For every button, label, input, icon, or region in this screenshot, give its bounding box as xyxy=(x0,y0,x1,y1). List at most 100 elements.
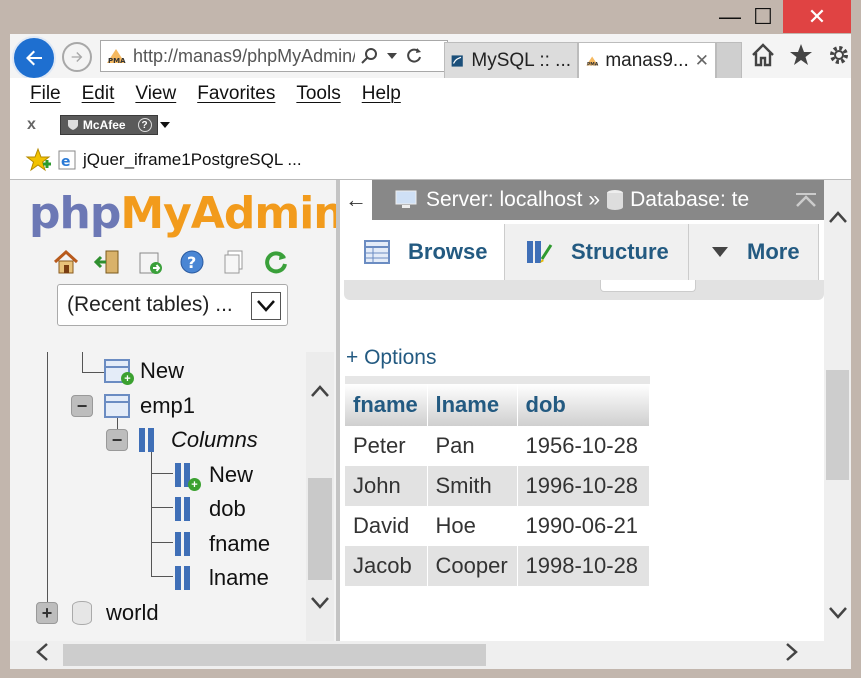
column-header-fname[interactable]: fname xyxy=(345,376,428,426)
scrollbar-thumb[interactable] xyxy=(308,478,332,580)
tab-close-icon[interactable]: ✕ xyxy=(695,51,709,71)
table-cell: 1998-10-28 xyxy=(517,546,650,586)
tab-underline-strip xyxy=(344,280,824,300)
maximize-button[interactable]: ☐ xyxy=(739,0,787,33)
scrollbar-thumb[interactable] xyxy=(63,644,486,666)
forward-button[interactable] xyxy=(62,42,92,72)
docs-help-icon[interactable]: ? xyxy=(178,248,206,276)
scrollbar-thumb[interactable] xyxy=(826,370,849,480)
mysql-favicon-icon xyxy=(451,54,463,67)
table-row[interactable]: Jacob Cooper 1998-10-28 xyxy=(345,546,650,586)
table-header-row: fname lname dob xyxy=(345,376,650,426)
menu-view[interactable]: View xyxy=(135,83,176,105)
refresh-icon[interactable] xyxy=(405,47,423,65)
dropdown-arrow-icon[interactable] xyxy=(159,121,170,129)
menu-file[interactable]: File xyxy=(30,83,61,105)
tab-more[interactable]: More xyxy=(689,224,819,280)
scroll-right-icon[interactable] xyxy=(785,642,799,668)
tree-line xyxy=(82,352,83,372)
mcafee-button[interactable]: McAfee ? xyxy=(59,115,158,135)
favorites-link[interactable]: jQuer_iframe1PostgreSQL ... xyxy=(83,150,302,170)
page-horizontal-scrollbar[interactable] xyxy=(10,641,851,669)
menu-edit[interactable]: Edit xyxy=(82,83,115,105)
tree-item-label: New xyxy=(140,358,185,383)
collapse-icon[interactable]: − xyxy=(106,429,128,451)
pma-logo[interactable]: phpMyAdmin xyxy=(29,188,345,239)
addon-close-button[interactable]: x xyxy=(27,116,36,134)
tab-phpmyadmin[interactable]: PMA manas9... ✕ xyxy=(578,42,716,78)
help-icon[interactable]: ? xyxy=(137,118,152,132)
tree-item-emp1[interactable]: − emp1 xyxy=(71,393,195,419)
back-button[interactable] xyxy=(12,36,56,80)
breadcrumb-server[interactable]: Server: localhost xyxy=(426,188,582,212)
collapse-top-icon[interactable] xyxy=(788,180,824,220)
tab-mysql[interactable]: MySQL :: ... xyxy=(444,42,578,78)
select-dropdown-button[interactable] xyxy=(251,292,281,320)
scroll-down-icon[interactable] xyxy=(308,590,332,616)
chevron-down-icon xyxy=(257,300,275,312)
tree-item-new-table[interactable]: + New xyxy=(104,358,185,385)
table-row[interactable]: David Hoe 1990-06-21 xyxy=(345,506,650,546)
table-row[interactable]: Peter Pan 1956-10-28 xyxy=(345,426,650,466)
ie-page-icon: e xyxy=(58,150,76,170)
tree-item-new-column[interactable]: + New xyxy=(175,462,254,491)
tab-browse[interactable]: Browse xyxy=(342,224,505,280)
tree-scrollbar[interactable] xyxy=(306,352,334,641)
menu-help[interactable]: Help xyxy=(362,83,401,105)
table-cell: Smith xyxy=(427,466,518,506)
tree-item-world[interactable]: + world xyxy=(36,600,159,626)
documentation-icon[interactable] xyxy=(220,248,248,276)
database-tree: + New − emp1 − Columns + New dob fname l… xyxy=(10,352,306,641)
query-window-icon[interactable] xyxy=(136,248,164,276)
logo-php: php xyxy=(29,188,121,239)
tree-item-label: New xyxy=(209,462,254,487)
options-link[interactable]: + Options xyxy=(346,346,436,370)
search-icon[interactable] xyxy=(361,47,379,65)
scroll-up-icon[interactable] xyxy=(824,204,851,230)
dropdown-arrow-icon[interactable] xyxy=(387,52,397,60)
tree-line xyxy=(151,542,173,543)
breadcrumb-database[interactable]: Database: te xyxy=(630,188,749,212)
page-vertical-scrollbar[interactable] xyxy=(824,180,851,641)
recent-tables-select[interactable]: (Recent tables) ... xyxy=(57,284,288,326)
tree-line xyxy=(151,473,173,474)
breadcrumb: ← Server: localhost » Database: te xyxy=(340,180,824,220)
home-icon[interactable] xyxy=(52,248,80,276)
expand-icon[interactable]: + xyxy=(36,602,58,624)
table-cell: 1996-10-28 xyxy=(517,466,650,506)
tab-label: More xyxy=(747,239,800,264)
toggle-navigation-arrow-icon[interactable]: ← xyxy=(340,180,372,220)
scroll-down-icon[interactable] xyxy=(824,600,851,626)
columns-icon xyxy=(139,428,159,452)
address-url[interactable]: http://manas9/phpMyAdmin/ xyxy=(133,46,355,67)
menu-favorites[interactable]: Favorites xyxy=(197,83,275,105)
home-icon[interactable] xyxy=(750,42,776,68)
forward-arrow-icon xyxy=(71,52,83,62)
logout-icon[interactable] xyxy=(94,248,122,276)
favorites-add-star-icon[interactable] xyxy=(25,147,51,173)
new-tab-button[interactable] xyxy=(716,42,742,78)
column-icon xyxy=(175,497,195,521)
scroll-up-icon[interactable] xyxy=(308,378,332,404)
menu-tools[interactable]: Tools xyxy=(296,83,340,105)
tree-item-column-lname[interactable]: lname xyxy=(175,565,269,591)
favorites-star-icon[interactable] xyxy=(788,42,814,68)
table-cell: 1990-06-21 xyxy=(517,506,650,546)
table-cell: John xyxy=(345,466,428,506)
tab-structure[interactable]: Structure xyxy=(505,224,689,280)
scroll-left-icon[interactable] xyxy=(35,642,49,668)
tree-item-column-fname[interactable]: fname xyxy=(175,531,270,557)
reload-icon[interactable] xyxy=(262,248,290,276)
close-button[interactable]: ✕ xyxy=(783,0,851,33)
column-header-lname[interactable]: lname xyxy=(427,376,518,426)
column-header-dob[interactable]: dob xyxy=(517,376,650,426)
tree-item-columns[interactable]: − Columns xyxy=(106,427,258,453)
menu-bar: File Edit View Favorites Tools Help xyxy=(10,78,851,110)
address-bar[interactable]: PMA http://manas9/phpMyAdmin/ xyxy=(100,40,448,72)
tree-item-column-dob[interactable]: dob xyxy=(175,496,246,522)
collapse-icon[interactable]: − xyxy=(71,395,93,417)
tree-line xyxy=(151,576,173,577)
gear-icon[interactable] xyxy=(826,42,852,68)
table-row[interactable]: John Smith 1996-10-28 xyxy=(345,466,650,506)
table-cell: Cooper xyxy=(427,546,518,586)
